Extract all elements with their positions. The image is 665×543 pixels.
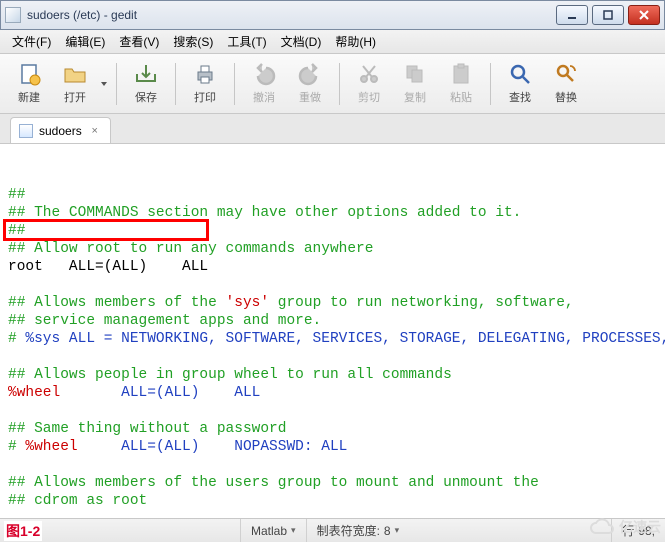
redo-label: 重做 [299, 89, 321, 105]
maximize-button[interactable] [592, 5, 624, 25]
separator [234, 63, 235, 105]
menu-edit[interactable]: 编辑(E) [59, 31, 111, 52]
figure-label: 图1-2 [4, 521, 42, 541]
open-label: 打开 [64, 89, 86, 105]
open-button[interactable]: 打开 [52, 58, 98, 110]
tab-label: sudoers [39, 124, 82, 138]
red-highlight-box [3, 219, 209, 241]
syntax-label: Matlab [251, 524, 287, 538]
find-button[interactable]: 查找 [497, 58, 543, 110]
open-folder-icon [63, 62, 87, 86]
redo-button: 重做 [287, 58, 333, 110]
save-icon [134, 62, 158, 86]
scissors-icon [357, 62, 381, 86]
tabwidth-selector[interactable]: 制表符宽度: 8 ▾ [306, 519, 410, 542]
paste-label: 粘贴 [450, 89, 472, 105]
print-label: 打印 [194, 89, 216, 105]
redo-icon [298, 62, 322, 86]
new-button[interactable]: 新建 [6, 58, 52, 110]
open-dropdown[interactable] [98, 80, 110, 88]
menu-view[interactable]: 查看(V) [113, 31, 165, 52]
new-file-icon [17, 62, 41, 86]
statusbar: Matlab ▾ 制表符宽度: 8 ▾ 行 98, [0, 518, 665, 542]
separator [490, 63, 491, 105]
printer-icon [193, 62, 217, 86]
undo-label: 撤消 [253, 89, 275, 105]
undo-icon [252, 62, 276, 86]
copy-label: 复制 [404, 89, 426, 105]
line-value: 98, [638, 524, 655, 538]
search-icon [508, 62, 532, 86]
menu-search[interactable]: 搜索(S) [167, 31, 219, 52]
replace-button[interactable]: 替换 [543, 58, 589, 110]
menu-file[interactable]: 文件(F) [6, 31, 57, 52]
window-controls [556, 5, 660, 25]
menubar: 文件(F) 编辑(E) 查看(V) 搜索(S) 工具(T) 文档(D) 帮助(H… [0, 30, 665, 54]
syntax-selector[interactable]: Matlab ▾ [240, 519, 306, 542]
close-button[interactable] [628, 5, 660, 25]
paste-icon [449, 62, 473, 86]
tab-close-button[interactable]: × [88, 124, 102, 138]
copy-button: 复制 [392, 58, 438, 110]
menu-help[interactable]: 帮助(H) [329, 31, 382, 52]
separator [116, 63, 117, 105]
toolbar: 新建 打开 保存 打印 撤消 重做 剪切 复制 粘贴 查找 替换 [0, 54, 665, 114]
print-button[interactable]: 打印 [182, 58, 228, 110]
menu-documents[interactable]: 文档(D) [275, 31, 328, 52]
tabwidth-value: 8 [384, 524, 391, 538]
document-tabbar: sudoers × [0, 114, 665, 144]
chevron-down-icon: ▾ [291, 525, 296, 536]
separator [175, 63, 176, 105]
cursor-position: 行 98, [611, 519, 665, 542]
text-editor[interactable]: ## ## The COMMANDS section may have othe… [0, 144, 665, 518]
undo-button: 撤消 [241, 58, 287, 110]
app-icon [5, 7, 21, 23]
line-label: 行 [622, 522, 634, 539]
replace-label: 替换 [555, 89, 577, 105]
chevron-down-icon: ▾ [395, 525, 400, 536]
save-button[interactable]: 保存 [123, 58, 169, 110]
copy-icon [403, 62, 427, 86]
tabwidth-label: 制表符宽度: [317, 522, 380, 539]
window-titlebar: sudoers (/etc) - gedit [0, 0, 665, 30]
paste-button: 粘贴 [438, 58, 484, 110]
separator [339, 63, 340, 105]
cut-button: 剪切 [346, 58, 392, 110]
minimize-button[interactable] [556, 5, 588, 25]
save-label: 保存 [135, 89, 157, 105]
menu-tools[interactable]: 工具(T) [221, 31, 272, 52]
document-tab-sudoers[interactable]: sudoers × [10, 117, 111, 143]
replace-icon [554, 62, 578, 86]
cut-label: 剪切 [358, 89, 380, 105]
window-title: sudoers (/etc) - gedit [27, 8, 137, 22]
find-label: 查找 [509, 89, 531, 105]
new-label: 新建 [18, 89, 40, 105]
document-icon [19, 124, 33, 138]
